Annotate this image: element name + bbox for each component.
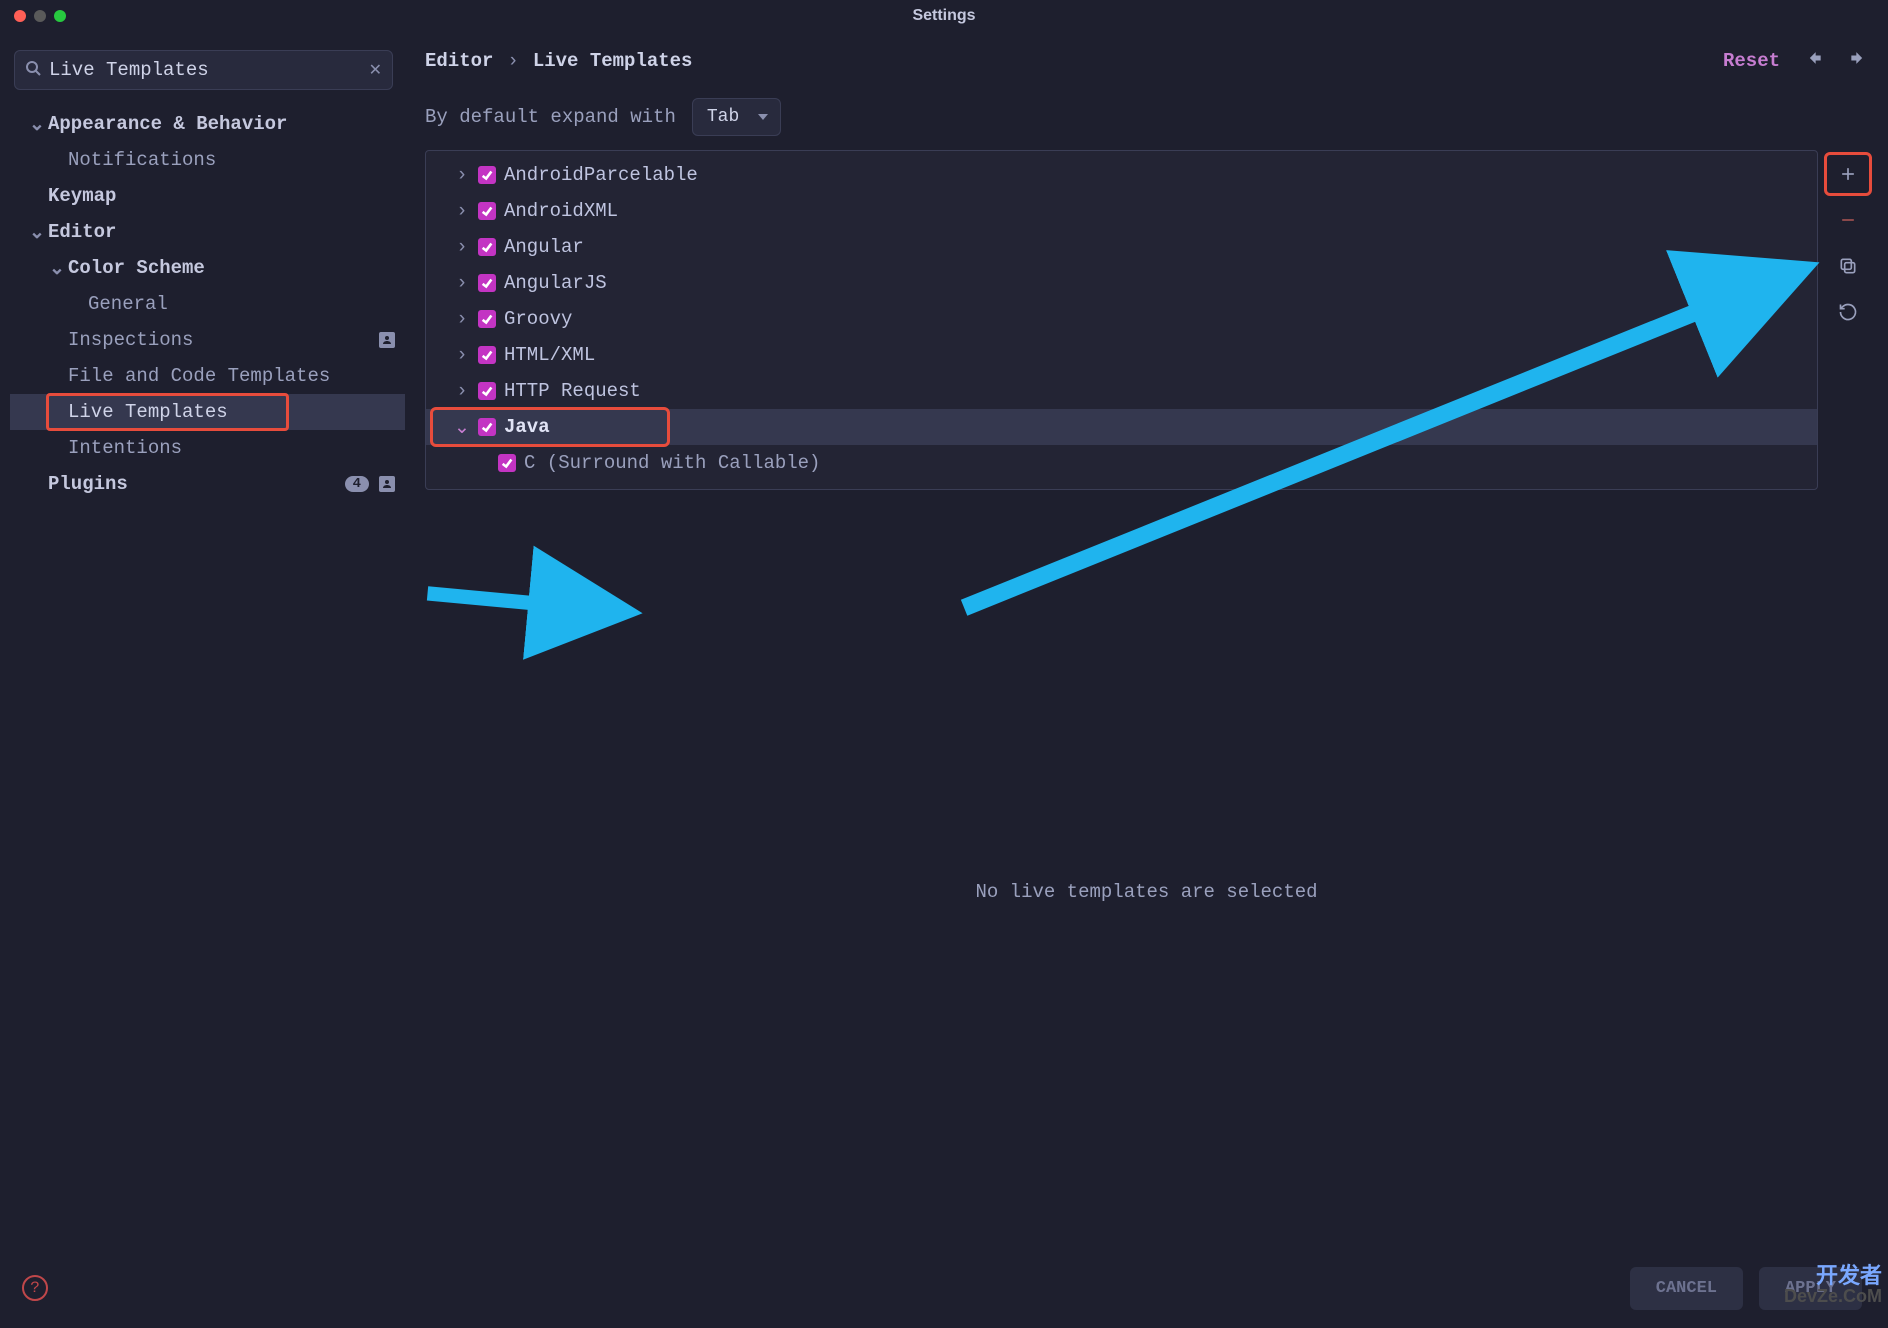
checkbox-icon[interactable]	[478, 238, 496, 256]
template-group-java[interactable]: ⌄ Java	[426, 409, 1817, 445]
cancel-button[interactable]: CANCEL	[1630, 1267, 1743, 1310]
expand-with-select[interactable]: Tab	[692, 98, 781, 136]
chevron-right-icon: ›	[454, 200, 470, 222]
template-group-androidxml[interactable]: › AndroidXML	[426, 193, 1817, 229]
tree-item-plugins[interactable]: Plugins 4	[10, 466, 405, 502]
tree-item-inspections[interactable]: Inspections	[10, 322, 405, 358]
duplicate-button[interactable]	[1828, 248, 1868, 284]
panel-header: Editor › Live Templates Reset	[425, 48, 1868, 74]
help-button[interactable]: ?	[22, 1275, 48, 1301]
chevron-down-icon: ⌄	[28, 221, 46, 244]
templates-toolbar	[1828, 150, 1868, 490]
nav-forward-icon[interactable]	[1848, 48, 1868, 74]
tree-item-keymap[interactable]: Keymap	[10, 178, 405, 214]
tree-item-editor[interactable]: ⌄ Editor	[10, 214, 405, 250]
tree-item-color-scheme[interactable]: ⌄ Color Scheme	[10, 250, 405, 286]
chevron-right-icon: ›	[454, 344, 470, 366]
empty-state-label: No live templates are selected	[425, 530, 1868, 1253]
chevron-right-icon: ›	[454, 380, 470, 402]
breadcrumb-parent[interactable]: Editor	[425, 50, 493, 72]
sidebar: ✕ ⌄ Appearance & Behavior Notifications …	[0, 32, 405, 1253]
chevron-down-icon: ⌄	[48, 257, 66, 280]
template-group-htmlxml[interactable]: › HTML/XML	[426, 337, 1817, 373]
tree-item-appearance[interactable]: ⌄ Appearance & Behavior	[10, 106, 405, 142]
chevron-down-icon: ⌄	[454, 416, 470, 439]
checkbox-icon[interactable]	[478, 202, 496, 220]
checkbox-icon[interactable]	[478, 310, 496, 328]
add-button[interactable]	[1828, 156, 1868, 192]
window-controls	[14, 10, 66, 22]
window-title: Settings	[912, 7, 975, 25]
template-group-angular[interactable]: › Angular	[426, 229, 1817, 265]
template-item-else-if[interactable]: else-if (Add else-if branch)	[426, 481, 1817, 490]
tree-item-notifications[interactable]: Notifications	[10, 142, 405, 178]
checkbox-icon[interactable]	[478, 418, 496, 436]
settings-tree: ⌄ Appearance & Behavior Notifications Ke…	[10, 106, 405, 502]
profile-scope-icon	[379, 332, 395, 348]
apply-button[interactable]: APPLY	[1759, 1267, 1862, 1310]
chevron-down-icon: ⌄	[28, 113, 46, 136]
expand-with-label: By default expand with	[425, 106, 676, 128]
clear-search-icon[interactable]: ✕	[369, 60, 382, 80]
minimize-dot[interactable]	[34, 10, 46, 22]
reset-button[interactable]: Reset	[1723, 50, 1780, 72]
template-group-httprequest[interactable]: › HTTP Request	[426, 373, 1817, 409]
chevron-right-icon: ›	[454, 272, 470, 294]
template-group-groovy[interactable]: › Groovy	[426, 301, 1817, 337]
maximize-dot[interactable]	[54, 10, 66, 22]
tree-item-live-templates[interactable]: Live Templates	[10, 394, 405, 430]
profile-scope-icon	[379, 476, 395, 492]
template-item-c-callable[interactable]: C (Surround with Callable)	[426, 445, 1817, 481]
tree-item-general[interactable]: General	[10, 286, 405, 322]
tree-item-file-code-templates[interactable]: File and Code Templates	[10, 358, 405, 394]
title-bar: Settings	[0, 0, 1888, 32]
expand-with-row: By default expand with Tab	[425, 98, 1868, 136]
remove-button[interactable]	[1828, 202, 1868, 238]
breadcrumb-current: Live Templates	[533, 50, 693, 72]
restore-button[interactable]	[1828, 294, 1868, 330]
settings-panel: Editor › Live Templates Reset By default…	[405, 32, 1888, 1253]
template-group-angularjs[interactable]: › AngularJS	[426, 265, 1817, 301]
chevron-right-icon: ›	[454, 164, 470, 186]
search-icon	[25, 60, 41, 81]
chevron-right-icon: ›	[454, 308, 470, 330]
breadcrumb-sep: ›	[507, 50, 518, 72]
close-dot[interactable]	[14, 10, 26, 22]
checkbox-icon[interactable]	[478, 166, 496, 184]
chevron-right-icon: ›	[454, 236, 470, 258]
tree-item-intentions[interactable]: Intentions	[10, 430, 405, 466]
template-group-androidparcelable[interactable]: › AndroidParcelable	[426, 157, 1817, 193]
plugins-update-badge: 4	[345, 476, 369, 492]
search-input[interactable]	[49, 59, 361, 81]
nav-back-icon[interactable]	[1804, 48, 1824, 74]
checkbox-icon[interactable]	[498, 454, 516, 472]
templates-tree[interactable]: › AndroidParcelable › AndroidXML › Angul…	[425, 150, 1818, 490]
checkbox-icon[interactable]	[478, 346, 496, 364]
checkbox-icon[interactable]	[478, 382, 496, 400]
dialog-footer: ? CANCEL APPLY	[0, 1253, 1888, 1323]
search-input-wrap[interactable]: ✕	[14, 50, 393, 90]
checkbox-icon[interactable]	[478, 274, 496, 292]
